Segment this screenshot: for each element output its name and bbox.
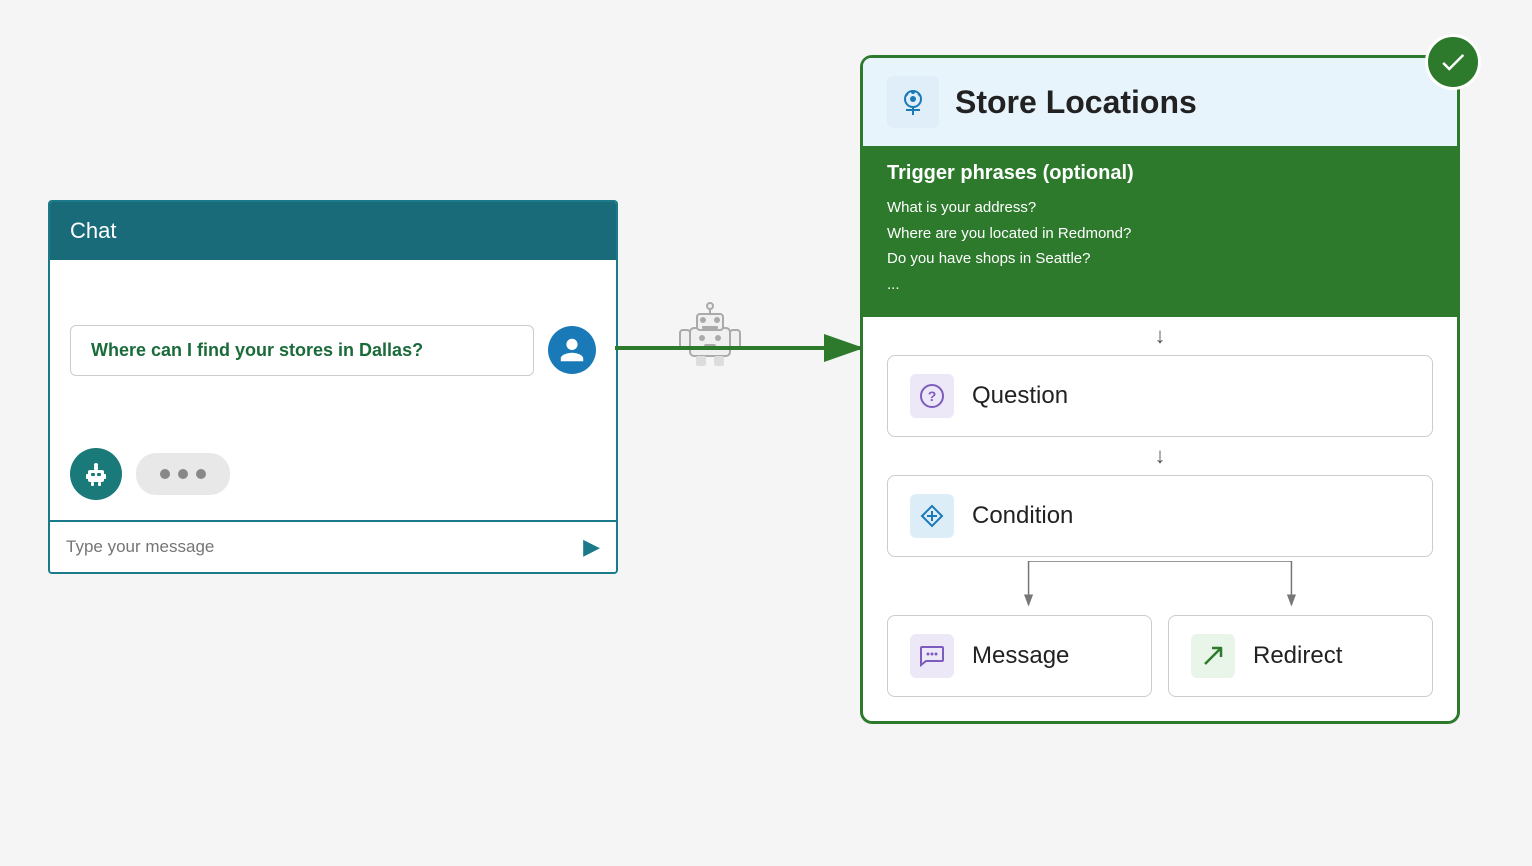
branch-row: Message Redirect xyxy=(887,615,1433,697)
dot-3 xyxy=(196,469,206,479)
branch-arrows-svg xyxy=(887,561,1433,611)
question-icon: ? xyxy=(919,383,945,409)
chat-body: Where can I find your stores in Dallas? xyxy=(50,260,616,440)
chat-input-row[interactable]: ▶ xyxy=(50,520,616,572)
typing-indicator xyxy=(136,453,230,495)
flow-panel: Store Locations Trigger phrases (optiona… xyxy=(860,55,1460,724)
trigger-section: Trigger phrases (optional) What is your … xyxy=(863,146,1457,317)
message-label: Message xyxy=(972,642,1069,670)
trigger-phrase-2: Where are you located in Redmond? xyxy=(887,221,1433,247)
topic-type-icon xyxy=(896,85,930,119)
redirect-icon-container xyxy=(1191,634,1235,678)
branch-arrows xyxy=(887,561,1433,611)
condition-icon xyxy=(919,503,945,529)
user-message: Where can I find your stores in Dallas? xyxy=(70,325,534,376)
chat-header: Chat xyxy=(50,202,616,260)
bot-avatar xyxy=(70,448,122,500)
trigger-phrase-3: Do you have shops in Seattle? xyxy=(887,246,1433,272)
redirect-node[interactable]: Redirect xyxy=(1168,615,1433,697)
condition-label: Condition xyxy=(972,502,1073,530)
bot-icon xyxy=(80,458,112,490)
topic-icon xyxy=(887,76,939,128)
topic-title: Store Locations xyxy=(955,84,1197,121)
condition-icon-container xyxy=(910,494,954,538)
chat-bot-row xyxy=(50,440,616,520)
question-node[interactable]: ? Question xyxy=(887,355,1433,437)
redirect-label: Redirect xyxy=(1253,642,1342,670)
svg-text:?: ? xyxy=(928,388,937,404)
user-avatar xyxy=(548,326,596,374)
topic-header: Store Locations xyxy=(863,58,1457,146)
flow-body: ↓ ? Question ↓ xyxy=(863,317,1457,697)
canvas: Chat Where can I find your stores in Dal… xyxy=(0,0,1532,866)
trigger-title: Trigger phrases (optional) xyxy=(887,162,1433,185)
chat-input[interactable] xyxy=(66,537,583,557)
question-icon-container: ? xyxy=(910,374,954,418)
check-badge xyxy=(1425,34,1481,90)
trigger-phrase-1: What is your address? xyxy=(887,195,1433,221)
message-node[interactable]: Message xyxy=(887,615,1152,697)
user-icon xyxy=(558,336,586,364)
dot-1 xyxy=(160,469,170,479)
send-icon[interactable]: ▶ xyxy=(583,534,600,560)
dot-2 xyxy=(178,469,188,479)
chat-panel: Chat Where can I find your stores in Dal… xyxy=(48,200,618,574)
checkmark-icon xyxy=(1438,47,1468,77)
condition-node[interactable]: Condition xyxy=(887,475,1433,557)
arrow-to-question: ↓ xyxy=(1155,323,1166,349)
arrow-to-condition: ↓ xyxy=(1155,443,1166,469)
main-arrow xyxy=(615,318,875,378)
message-icon xyxy=(919,643,945,669)
redirect-icon xyxy=(1200,643,1226,669)
message-icon-container xyxy=(910,634,954,678)
question-label: Question xyxy=(972,382,1068,410)
trigger-phrase-ellipsis: ... xyxy=(887,272,1433,298)
trigger-phrases: What is your address? Where are you loca… xyxy=(887,195,1433,297)
